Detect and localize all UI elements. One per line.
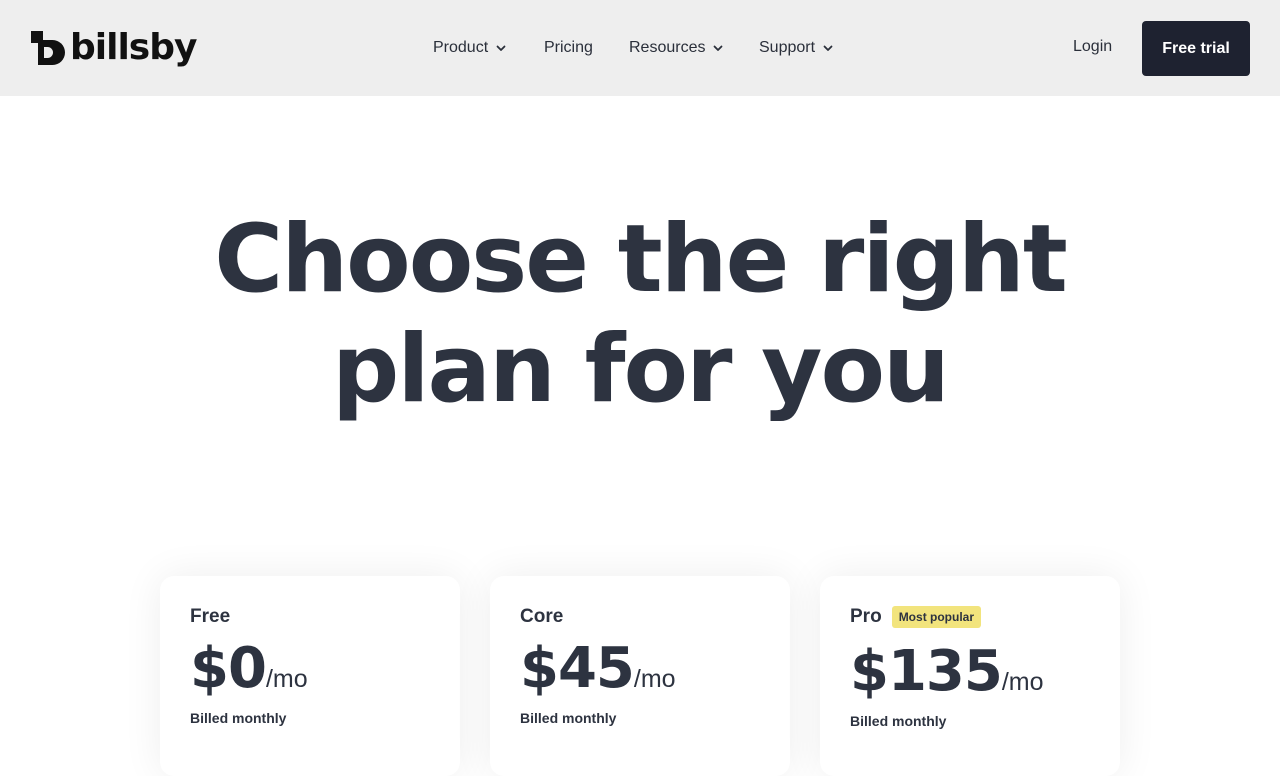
chevron-down-icon	[496, 45, 506, 51]
plan-card-pro: Pro Most popular $135 /mo Billed monthly	[820, 576, 1120, 776]
plan-price: $0 /mo	[190, 636, 308, 701]
plan-name-text: Pro	[850, 606, 882, 627]
most-popular-badge: Most popular	[891, 606, 982, 628]
plan-name-text: Core	[520, 606, 564, 627]
chevron-down-icon	[823, 45, 833, 51]
plan-price-period: /mo	[265, 665, 308, 693]
plan-price-amount: $45	[520, 636, 635, 701]
plan-price-amount: $135	[850, 639, 1003, 704]
plan-billing-note: Billed monthly	[520, 710, 617, 726]
login-link[interactable]: Login	[1073, 38, 1112, 56]
plan-price-period: /mo	[633, 665, 676, 693]
hero-heading-line-2: plan for you	[332, 315, 950, 424]
plan-price: $135 /mo	[850, 639, 1044, 704]
top-navigation: billsby Product Pricing Resources Suppor…	[0, 0, 1280, 96]
nav-item-resources[interactable]: Resources	[629, 36, 724, 60]
plan-card-core: Core $45 /mo Billed monthly	[490, 576, 790, 776]
nav-item-pricing-label: Pricing	[544, 39, 593, 56]
nav-item-pricing[interactable]: Pricing	[544, 36, 593, 60]
plan-billing-note: Billed monthly	[850, 713, 947, 729]
free-trial-button[interactable]: Free trial	[1142, 21, 1250, 76]
hero-heading: Choose the right plan for you	[0, 205, 1280, 425]
plan-billing-note: Billed monthly	[190, 710, 287, 726]
plan-price: $45 /mo	[520, 636, 676, 701]
hero-heading-line-1: Choose the right	[214, 205, 1068, 314]
plan-name: Core	[520, 606, 563, 628]
chevron-down-icon	[714, 45, 723, 51]
nav-item-resources-label: Resources	[629, 39, 706, 56]
plan-name: Pro Most popular	[850, 606, 982, 628]
plan-name-text: Free	[190, 606, 231, 627]
plan-card-free: Free $0 /mo Billed monthly	[160, 576, 460, 776]
plan-price-period: /mo	[1001, 668, 1044, 696]
plan-price-amount: $0	[190, 636, 267, 701]
nav-item-support-label: Support	[759, 39, 816, 56]
nav-item-product-label: Product	[433, 39, 489, 56]
plan-name: Free	[190, 606, 230, 628]
nav-item-support[interactable]: Support	[759, 36, 834, 60]
nav-item-product[interactable]: Product	[433, 36, 507, 60]
